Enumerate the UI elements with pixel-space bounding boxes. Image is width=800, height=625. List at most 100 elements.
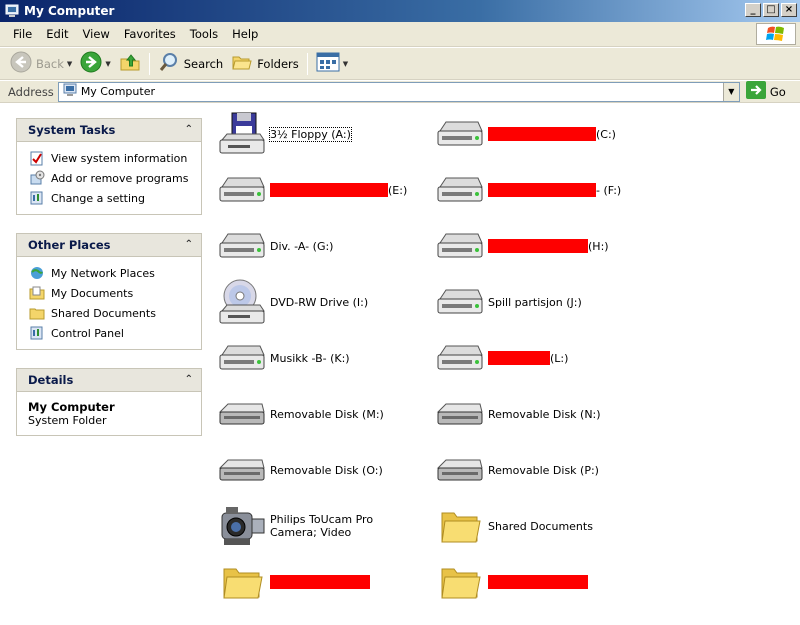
folder-icon	[436, 558, 484, 606]
address-value: My Computer	[80, 85, 155, 98]
collapse-chevron-icon[interactable]: ⌃	[185, 239, 193, 250]
collapse-chevron-icon[interactable]: ⌃	[185, 124, 193, 135]
my-network-places-link[interactable]: My Network Places	[28, 263, 201, 283]
drive-item[interactable]: Removable Disk (P:)	[436, 446, 599, 494]
drive-item[interactable]: Removable Disk (O:)	[218, 446, 383, 494]
drive-label: Spill partisjon (J:)	[488, 296, 582, 309]
menu-edit[interactable]: Edit	[39, 27, 75, 41]
address-bar: Address My Computer ▼ Go	[0, 81, 800, 103]
panel-title: Other Places	[28, 238, 111, 252]
drive-item[interactable]: (L:)	[436, 334, 568, 382]
shared-documents-link[interactable]: Shared Documents	[28, 303, 201, 323]
close-button[interactable]: ×	[781, 3, 797, 17]
hard-drive-icon	[436, 278, 484, 326]
drive-label-text: (E:)	[388, 183, 408, 197]
redacted-label-block	[488, 239, 588, 253]
panel-title: System Tasks	[28, 123, 116, 137]
drive-label: Philips ToUcam Pro Camera; Video	[270, 513, 420, 539]
views-button[interactable]: ▼	[312, 50, 352, 78]
minimize-button[interactable]: _	[745, 3, 761, 17]
back-button[interactable]: Back ▼	[6, 50, 76, 78]
menu-help[interactable]: Help	[225, 27, 265, 41]
drive-item[interactable]: 3½ Floppy (A:)	[218, 110, 352, 158]
add-remove-programs-icon	[28, 170, 45, 187]
folders-label: Folders	[257, 56, 299, 71]
drive-item[interactable]: Musikk -B- (K:)	[218, 334, 350, 382]
drive-label-text: Spill partisjon (J:)	[488, 295, 582, 309]
address-input[interactable]: My Computer ▼	[57, 81, 740, 102]
menu-view[interactable]: View	[76, 27, 117, 41]
search-label: Search	[183, 56, 224, 71]
drive-item[interactable]: Div. -A- (G:)	[218, 222, 333, 270]
drive-item[interactable]: Spill partisjon (J:)	[436, 278, 582, 326]
go-arrow-icon	[745, 81, 766, 102]
folders-button[interactable]: Folders	[227, 50, 303, 78]
collapse-chevron-icon[interactable]: ⌃	[185, 374, 193, 385]
drive-label: Shared Documents	[488, 520, 593, 533]
add-remove-programs-link[interactable]: Add or remove programs	[28, 168, 201, 188]
drive-label: (L:)	[488, 351, 568, 365]
up-folder-button[interactable]	[115, 50, 145, 78]
drive-item[interactable]: - (F:)	[436, 166, 621, 214]
hard-drive-icon	[436, 110, 484, 158]
drive-label	[270, 575, 370, 589]
link-label: Shared Documents	[51, 306, 156, 320]
floppy-drive-icon	[218, 110, 266, 158]
removable-disk-icon	[218, 446, 266, 494]
back-label: Back	[36, 56, 64, 71]
dropdown-arrow-icon[interactable]: ▼	[343, 60, 348, 68]
forward-button[interactable]: ▼	[76, 50, 114, 78]
drive-label-text: (H:)	[588, 239, 609, 253]
go-button[interactable]: Go	[745, 81, 786, 102]
my-documents-link[interactable]: My Documents	[28, 283, 201, 303]
drive-label: Removable Disk (M:)	[270, 408, 384, 421]
menu-tools[interactable]: Tools	[183, 27, 225, 41]
drive-item[interactable]	[218, 558, 370, 606]
hard-drive-icon	[436, 334, 484, 382]
details-header[interactable]: Details ⌃	[16, 368, 202, 392]
window-title: My Computer	[24, 4, 115, 18]
view-system-info-link[interactable]: View system information	[28, 148, 201, 168]
link-label: Add or remove programs	[51, 171, 189, 185]
title-bar[interactable]: My Computer _ □ ×	[0, 0, 800, 22]
dropdown-arrow-icon[interactable]: ▼	[105, 60, 110, 68]
system-tasks-header[interactable]: System Tasks ⌃	[16, 118, 202, 142]
address-dropdown-icon[interactable]: ▼	[722, 82, 739, 101]
drive-item[interactable]: Philips ToUcam Pro Camera; Video	[218, 502, 420, 550]
drive-label: 3½ Floppy (A:)	[269, 126, 352, 142]
system-tasks-panel: System Tasks ⌃ View system information A…	[16, 118, 202, 215]
change-setting-link[interactable]: Change a setting	[28, 188, 201, 208]
drive-label: Div. -A- (G:)	[270, 240, 333, 253]
drive-label-text: Musikk -B- (K:)	[270, 351, 350, 365]
maximize-button[interactable]: □	[763, 3, 779, 17]
drive-item[interactable]	[436, 558, 588, 606]
drive-item[interactable]: Shared Documents	[436, 502, 593, 550]
dropdown-arrow-icon[interactable]: ▼	[67, 60, 72, 68]
my-documents-icon	[28, 285, 45, 302]
drive-label: DVD-RW Drive (I:)	[270, 296, 368, 309]
menu-favorites[interactable]: Favorites	[117, 27, 183, 41]
network-places-icon	[28, 265, 45, 282]
drive-item[interactable]: (H:)	[436, 222, 609, 270]
drive-item[interactable]: (C:)	[436, 110, 616, 158]
redacted-label-block	[270, 183, 388, 197]
items-view: 3½ Floppy (A:) (C:) (E:) - (F:) Div. -A- (G:…	[210, 104, 800, 625]
drive-item[interactable]: DVD-RW Drive (I:)	[218, 278, 368, 326]
other-places-header[interactable]: Other Places ⌃	[16, 233, 202, 257]
drive-item[interactable]: Removable Disk (M:)	[218, 390, 384, 438]
computer-icon	[63, 83, 77, 100]
back-arrow-icon	[10, 51, 32, 76]
control-panel-link[interactable]: Control Panel	[28, 323, 201, 343]
drive-item[interactable]: Removable Disk (N:)	[436, 390, 601, 438]
removable-disk-icon	[218, 390, 266, 438]
hard-drive-icon	[436, 222, 484, 270]
drive-label: (H:)	[488, 239, 609, 253]
menu-file[interactable]: File	[6, 27, 39, 41]
link-label: Control Panel	[51, 326, 124, 340]
up-folder-icon	[119, 51, 141, 76]
drive-item[interactable]: (E:)	[218, 166, 407, 214]
drive-label: Removable Disk (P:)	[488, 464, 599, 477]
redacted-label-block	[488, 127, 596, 141]
link-label: My Documents	[51, 286, 134, 300]
search-button[interactable]: Search	[154, 50, 228, 78]
